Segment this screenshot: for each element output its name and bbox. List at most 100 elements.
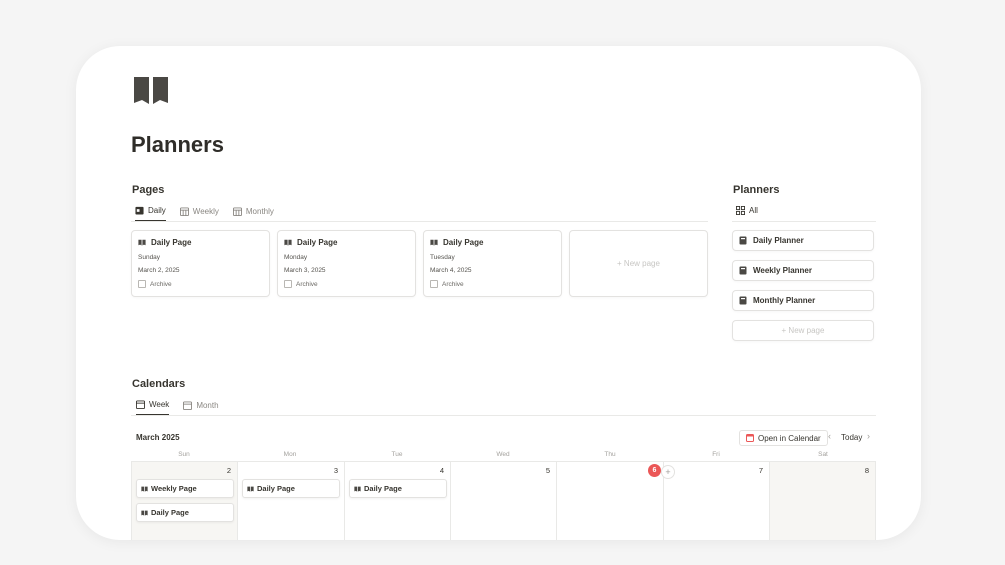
book-icon: [138, 239, 146, 246]
day-cell-mon[interactable]: 3 Daily Page: [238, 462, 345, 540]
pages-tabs: Daily Weekly Monthly: [135, 206, 274, 222]
tab-label: Weekly: [192, 207, 219, 216]
tab-daily[interactable]: Daily: [135, 206, 166, 222]
tab-all[interactable]: All: [736, 206, 758, 220]
day-cell-sun[interactable]: 2 Weekly Page Daily Page: [131, 462, 238, 540]
open-in-calendar-label: Open in Calendar: [758, 433, 821, 443]
planner-item-monthly[interactable]: Monthly Planner: [732, 290, 874, 311]
tabs-divider: [732, 221, 876, 222]
archive-label: Archive: [442, 280, 464, 288]
gallery-card[interactable]: Daily Page Tuesday March 4, 2025 Archive: [423, 230, 562, 297]
calendar-grid-icon: [179, 207, 189, 216]
dow-wed: Wed: [496, 451, 510, 458]
calendar-tabs: Week Month: [136, 400, 219, 416]
dow-mon: Mon: [283, 451, 297, 458]
card-date: March 4, 2025: [430, 267, 472, 274]
book-icon: [141, 486, 148, 492]
day-cell-tue[interactable]: 4 Daily Page: [345, 462, 451, 540]
tab-label: Week: [149, 400, 170, 409]
tabs-divider: [131, 221, 708, 222]
calendar-month-label: March 2025: [136, 433, 180, 442]
day-cell-wed[interactable]: 5: [451, 462, 557, 540]
day-cell-sat[interactable]: 8: [770, 462, 876, 540]
card-day: Sunday: [138, 254, 161, 261]
calendar-icon: [136, 400, 145, 409]
card-day: Monday: [284, 254, 308, 261]
open-in-calendar-button[interactable]: Open in Calendar: [739, 430, 828, 446]
book-icon: [247, 486, 254, 492]
event-title: Weekly Page: [151, 484, 197, 493]
grid-icon: [736, 206, 745, 215]
event-title: Daily Page: [257, 484, 295, 493]
tab-label: Daily: [148, 206, 166, 215]
today-button[interactable]: Today: [841, 433, 862, 442]
add-event-button[interactable]: +: [661, 465, 675, 479]
card-title: Daily Page: [430, 238, 483, 247]
planner-item-weekly[interactable]: Weekly Planner: [732, 260, 874, 281]
tab-month[interactable]: Month: [183, 400, 219, 416]
calendar-event[interactable]: Weekly Page: [136, 479, 234, 498]
day-number: 5: [545, 466, 550, 475]
calendar-icon: [183, 401, 193, 410]
tabs-divider: [131, 415, 876, 416]
tab-week[interactable]: Week: [136, 400, 170, 416]
dow-sat: Sat: [818, 451, 828, 458]
planner-label: Daily Planner: [753, 236, 804, 245]
day-number: 8: [864, 466, 869, 475]
gallery-card[interactable]: Daily Page Monday March 3, 2025 Archive: [277, 230, 416, 297]
calendar-event[interactable]: Daily Page: [349, 479, 447, 498]
day-cell-fri[interactable]: 7: [664, 462, 770, 540]
card-date: March 3, 2025: [284, 267, 326, 274]
card-title: Daily Page: [138, 238, 191, 247]
notion-page-window: Planners Pages Daily Weekly Monthly Dail…: [76, 46, 921, 540]
archive-checkbox[interactable]: Archive: [138, 280, 172, 288]
day-number: 7: [758, 466, 763, 475]
calendar-grid-icon: [232, 207, 242, 216]
book-icon: [284, 239, 292, 246]
calendar-app-icon: [746, 434, 754, 442]
notebook-icon: [739, 236, 747, 245]
book-icon: [354, 486, 361, 492]
planner-item-daily[interactable]: Daily Planner: [732, 230, 874, 251]
planner-label: Monthly Planner: [753, 296, 816, 305]
gallery-card[interactable]: Daily Page Sunday March 2, 2025 Archive: [131, 230, 270, 297]
dow-sun: Sun: [178, 451, 190, 458]
archive-label: Archive: [150, 280, 172, 288]
new-page-card[interactable]: + New page: [569, 230, 708, 297]
archive-checkbox[interactable]: Archive: [430, 280, 464, 288]
calendar-event[interactable]: Daily Page: [136, 503, 234, 522]
card-title: Daily Page: [284, 238, 337, 247]
day-number: 3: [333, 466, 338, 475]
card-title-text: Daily Page: [297, 238, 338, 247]
planner-label: Weekly Planner: [753, 266, 812, 275]
archive-label: Archive: [296, 280, 318, 288]
prev-week-icon[interactable]: ‹: [828, 431, 831, 441]
dow-tue: Tue: [391, 451, 403, 458]
book-icon: [141, 510, 148, 516]
planners-heading: Planners: [733, 184, 780, 196]
card-title-text: Daily Page: [443, 238, 484, 247]
card-title-text: Daily Page: [151, 238, 192, 247]
today-badge: 6: [648, 464, 661, 477]
planners-tabs: All: [736, 206, 758, 220]
tab-label: All: [749, 206, 758, 215]
tab-label: Monthly: [245, 207, 274, 216]
event-title: Daily Page: [151, 508, 189, 517]
book-icon: [430, 239, 438, 246]
pages-heading: Pages: [132, 184, 165, 196]
notebook-icon: [739, 266, 747, 275]
open-book-icon[interactable]: [132, 74, 170, 106]
calendar-event[interactable]: Daily Page: [242, 479, 340, 498]
page-title[interactable]: Planners: [131, 132, 224, 158]
tab-label: Month: [196, 401, 219, 410]
day-cell-thu[interactable]: 6 +: [557, 462, 675, 540]
card-date: March 2, 2025: [138, 267, 180, 274]
planners-new-page-button[interactable]: + New page: [732, 320, 874, 341]
archive-checkbox[interactable]: Archive: [284, 280, 318, 288]
tab-weekly[interactable]: Weekly: [179, 206, 219, 222]
dow-fri: Fri: [712, 451, 720, 458]
day-number: 4: [439, 466, 444, 475]
notebook-icon: [739, 296, 747, 305]
tab-monthly[interactable]: Monthly: [232, 206, 274, 222]
next-week-icon[interactable]: ›: [867, 431, 870, 441]
